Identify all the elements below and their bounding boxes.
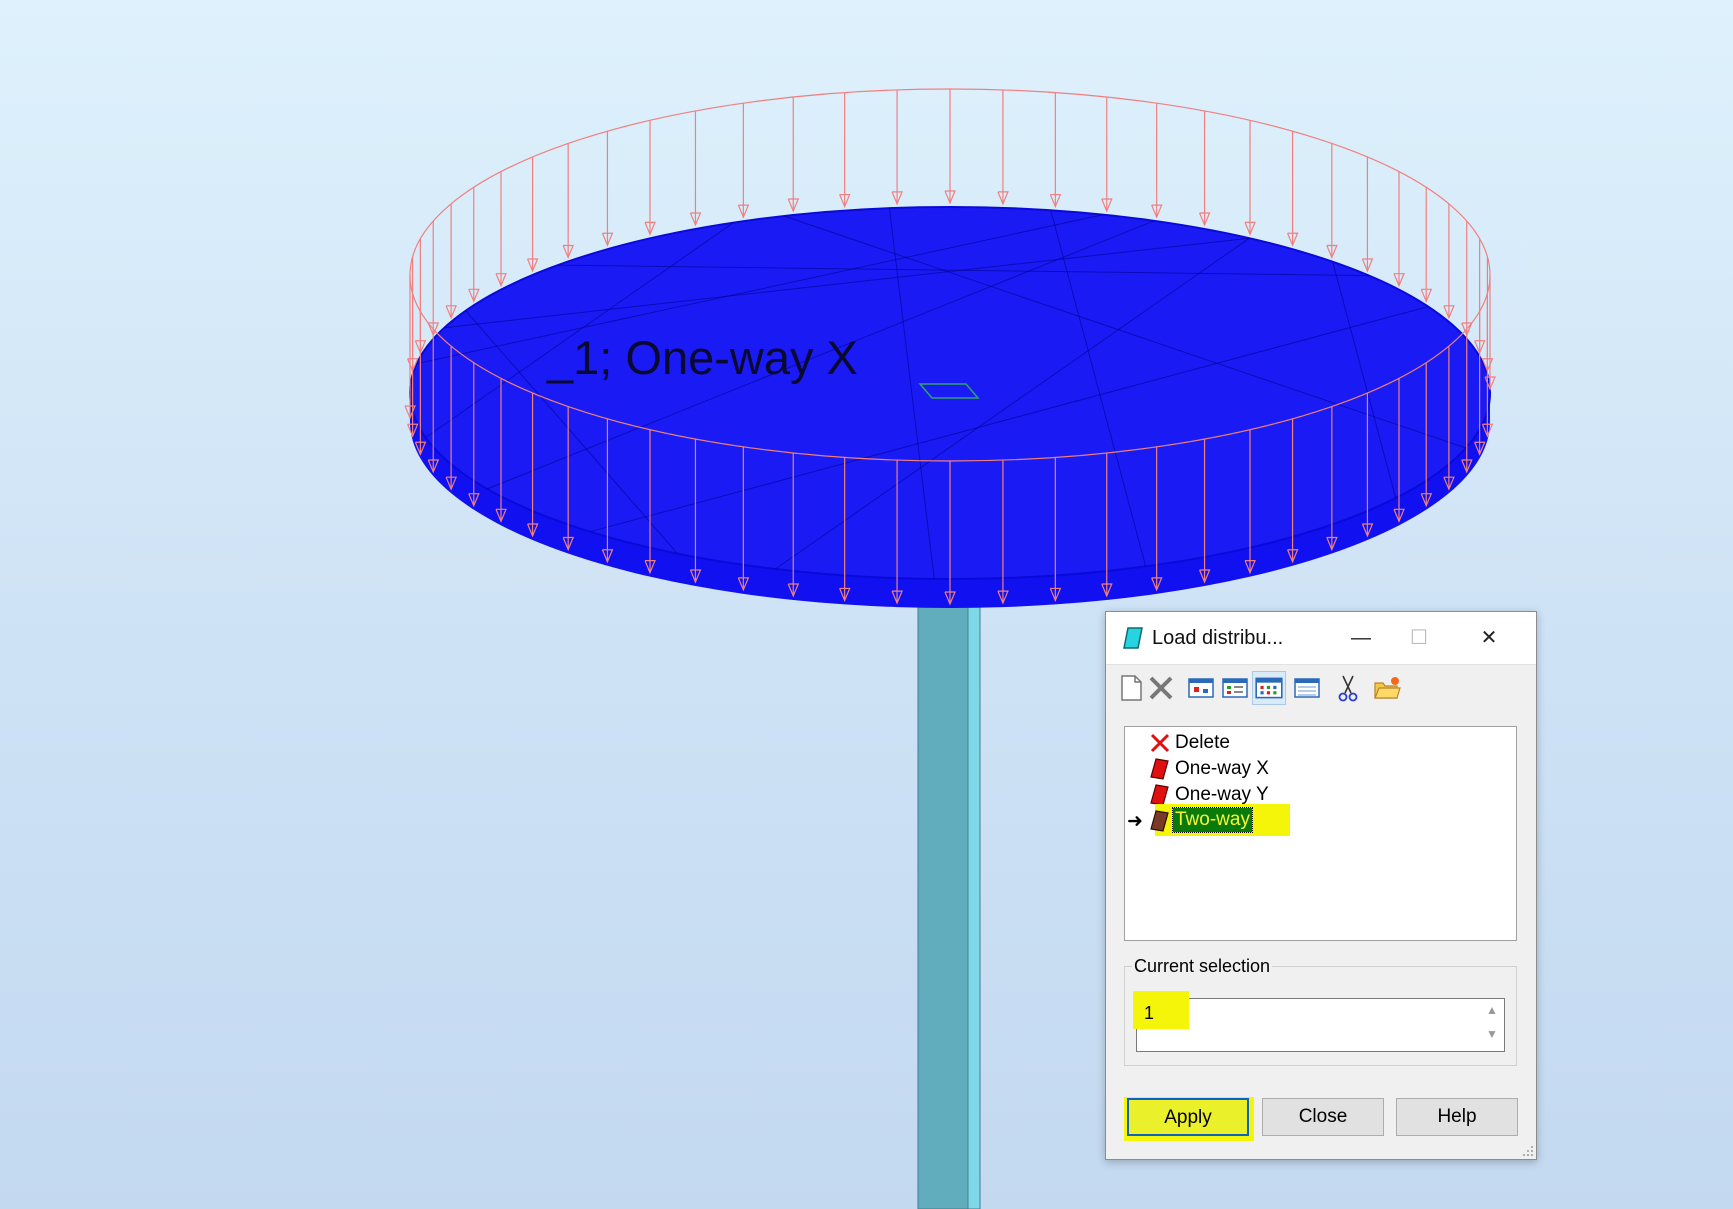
list-item-label: One-way X [1175,758,1269,779]
annotation-highlight [1133,991,1189,1029]
open-folder-icon[interactable] [1372,673,1402,703]
dialog-toolbar [1106,665,1536,709]
current-marker-icon: ➜ [1127,811,1143,832]
scroll-up-icon[interactable]: ▲ [1484,1003,1500,1023]
slab-label: _1; One-way X [547,331,858,384]
close-button[interactable]: Close [1262,1098,1384,1136]
app-icon [1123,627,1143,649]
list-item-one-way-x[interactable]: One-way X [1125,756,1505,782]
view-detail-icon[interactable] [1292,673,1322,703]
dialog-titlebar[interactable]: Load distribu... — ☐ ✕ [1106,612,1536,665]
current-selection-input[interactable]: 1 ▲ ▼ [1133,991,1505,1052]
minimize-button[interactable]: — [1332,612,1390,664]
list-item-label: One-way Y [1175,784,1269,805]
close-window-button[interactable]: ✕ [1448,612,1530,664]
scroll-down-icon[interactable]: ▼ [1484,1027,1500,1047]
maximize-button[interactable]: ☐ [1390,612,1448,664]
view-list-icon[interactable] [1186,673,1216,703]
column-side-face [967,574,981,1209]
distribution-list[interactable]: Delete One-way X One-way Y ➜ Two-way [1124,726,1517,941]
red-x-icon [1150,733,1170,753]
new-icon[interactable] [1116,673,1146,703]
view-grid-button[interactable] [1252,671,1286,705]
current-selection-value: 1 [1144,1003,1155,1023]
close-icon: ✕ [1480,627,1498,649]
list-item-label: Delete [1175,732,1230,753]
red-slab-icon [1150,758,1169,780]
dialog-title: Load distribu... [1152,627,1284,649]
list-item-two-way[interactable]: ➜ Two-way [1125,804,1505,836]
delete-icon[interactable] [1146,673,1176,703]
scissors-icon[interactable] [1333,673,1363,703]
help-button[interactable]: Help [1396,1098,1518,1136]
list-item-label-selected: Two-way [1172,807,1253,833]
view-grid-icon [1255,677,1283,699]
minimize-icon: — [1351,627,1371,649]
view-small-icon[interactable] [1220,673,1250,703]
column-front-face [917,574,969,1209]
current-selection-title: Current selection [1132,956,1273,977]
maximize-icon: ☐ [1410,627,1428,649]
red-slab-icon [1150,784,1169,806]
list-item-delete[interactable]: Delete [1125,730,1505,756]
apply-button[interactable]: Apply [1127,1098,1249,1136]
resize-grip-icon[interactable] [1522,1145,1534,1157]
load-distribution-dialog: Load distribu... — ☐ ✕ Delete One-way X … [1105,611,1537,1160]
brown-slab-icon [1150,810,1169,832]
